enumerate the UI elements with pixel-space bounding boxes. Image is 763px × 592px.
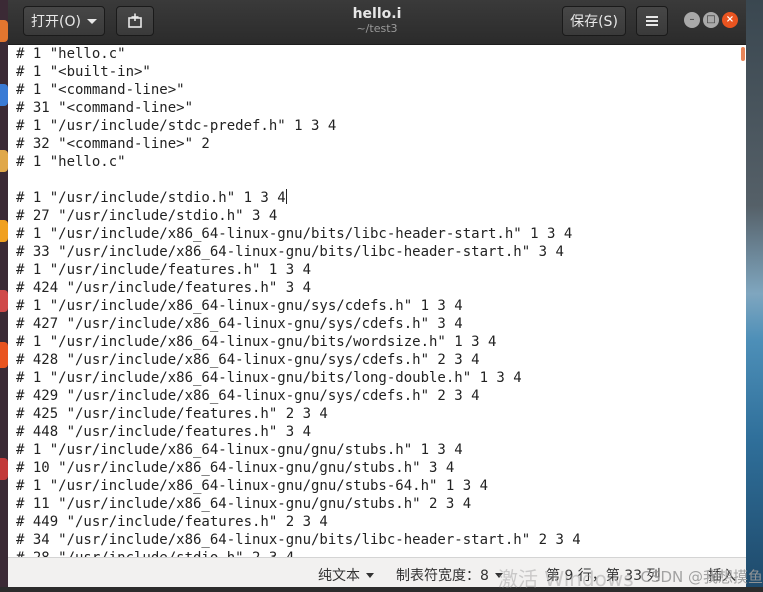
caret-down-icon bbox=[86, 18, 97, 24]
code-line: # 448 "/usr/include/features.h" 3 4 bbox=[16, 424, 312, 440]
launcher-dock bbox=[0, 0, 8, 587]
code-line: # 1 "hello.c" bbox=[16, 46, 126, 62]
code-line: # 33 "/usr/include/x86_64-linux-gnu/bits… bbox=[16, 244, 564, 260]
launcher-icon-thunderbird[interactable] bbox=[0, 84, 8, 106]
text-editor[interactable]: # 1 "hello.c" # 1 "<built-in>" # 1 "<comma… bbox=[8, 45, 746, 557]
code-line: # 1 "<built-in>" bbox=[16, 64, 151, 80]
code-line: # 425 "/usr/include/features.h" 2 3 4 bbox=[16, 406, 328, 422]
status-bar: 纯文本 制表符宽度：8 第 9 行，第 33 列 插入 bbox=[8, 557, 746, 587]
launcher-icon-editor[interactable] bbox=[0, 342, 8, 368]
code-line: # 1 "/usr/include/stdc-predef.h" 1 3 4 bbox=[16, 118, 337, 134]
code-line: # 429 "/usr/include/x86_64-linux-gnu/sys… bbox=[16, 388, 480, 404]
new-tab-icon bbox=[128, 13, 142, 28]
launcher-icon-office[interactable] bbox=[0, 290, 8, 312]
code-line: # 1 "/usr/include/x86_64-linux-gnu/bits/… bbox=[16, 370, 522, 386]
open-button-label: 打开(O) bbox=[31, 14, 81, 30]
launcher-icon-files[interactable] bbox=[0, 150, 8, 172]
desktop-wallpaper bbox=[745, 0, 763, 587]
code-line: # 1 "/usr/include/x86_64-linux-gnu/gnu/s… bbox=[16, 442, 463, 458]
code-line: # 449 "/usr/include/features.h" 2 3 4 bbox=[16, 514, 328, 530]
code-line: # 1 "hello.c" bbox=[16, 154, 126, 170]
syntax-label: 纯文本 bbox=[318, 568, 360, 584]
code-line: # 427 "/usr/include/x86_64-linux-gnu/sys… bbox=[16, 316, 463, 332]
launcher-icon-app[interactable] bbox=[0, 458, 8, 480]
open-button[interactable]: 打开(O) bbox=[23, 6, 105, 36]
hamburger-menu-icon bbox=[646, 14, 658, 28]
code-line: # 428 "/usr/include/x86_64-linux-gnu/sys… bbox=[16, 352, 480, 368]
code-line: # 31 "<command-line>" bbox=[16, 100, 194, 116]
code-line: # 1 "/usr/include/x86_64-linux-gnu/gnu/s… bbox=[16, 478, 489, 494]
maximize-icon[interactable]: □ bbox=[703, 12, 719, 28]
tab-width-label: 制表符宽度：8 bbox=[396, 568, 489, 584]
code-line: # 28 "/usr/include/stdio.h" 2 3 4 bbox=[16, 549, 581, 557]
gedit-window: 打开(O) hello.i ~/test3 保存(S) – □ × # 1 "h… bbox=[8, 0, 746, 587]
menu-button[interactable] bbox=[636, 6, 668, 36]
caret-down-icon bbox=[366, 573, 374, 578]
close-icon[interactable]: × bbox=[722, 12, 738, 28]
activation-watermark: 激活 Windows bbox=[498, 567, 634, 591]
text-cursor bbox=[285, 189, 287, 204]
code-line: # 27 "/usr/include/stdio.h" 3 4 bbox=[16, 208, 278, 224]
code-content[interactable]: # 1 "hello.c" # 1 "<built-in>" # 1 "<comma… bbox=[16, 45, 581, 557]
launcher-icon-firefox[interactable] bbox=[0, 20, 8, 42]
minimize-icon[interactable]: – bbox=[684, 12, 700, 28]
code-line: # 1 "/usr/include/x86_64-linux-gnu/bits/… bbox=[16, 334, 497, 350]
code-line: # 11 "/usr/include/x86_64-linux-gnu/gnu/… bbox=[16, 496, 472, 512]
code-line: # 1 "/usr/include/x86_64-linux-gnu/sys/c… bbox=[16, 298, 463, 314]
scrollbar-thumb[interactable] bbox=[741, 47, 745, 61]
code-line: # 32 "<command-line>" 2 bbox=[16, 136, 210, 152]
code-line: # 1 "/usr/include/stdio.h" 1 3 4 bbox=[16, 189, 287, 206]
code-line: # 10 "/usr/include/x86_64-linux-gnu/gnu/… bbox=[16, 460, 455, 476]
code-line: # 1 "/usr/include/x86_64-linux-gnu/bits/… bbox=[16, 226, 573, 242]
new-tab-button[interactable] bbox=[116, 6, 154, 36]
code-line: # 1 "<command-line>" bbox=[16, 82, 185, 98]
code-line: # 424 "/usr/include/features.h" 3 4 bbox=[16, 280, 312, 296]
save-button[interactable]: 保存(S) bbox=[562, 6, 626, 36]
launcher-icon-music[interactable] bbox=[0, 220, 8, 242]
csdn-watermark: CSDN @我想摸鱼 bbox=[640, 568, 763, 586]
syntax-selector[interactable]: 纯文本 bbox=[318, 565, 374, 585]
tab-width-selector[interactable]: 制表符宽度：8 bbox=[396, 565, 503, 585]
header-bar: 打开(O) hello.i ~/test3 保存(S) – □ × bbox=[8, 0, 746, 45]
code-line: # 1 "/usr/include/features.h" 1 3 4 bbox=[16, 262, 312, 278]
code-line: # 34 "/usr/include/x86_64-linux-gnu/bits… bbox=[16, 532, 581, 548]
